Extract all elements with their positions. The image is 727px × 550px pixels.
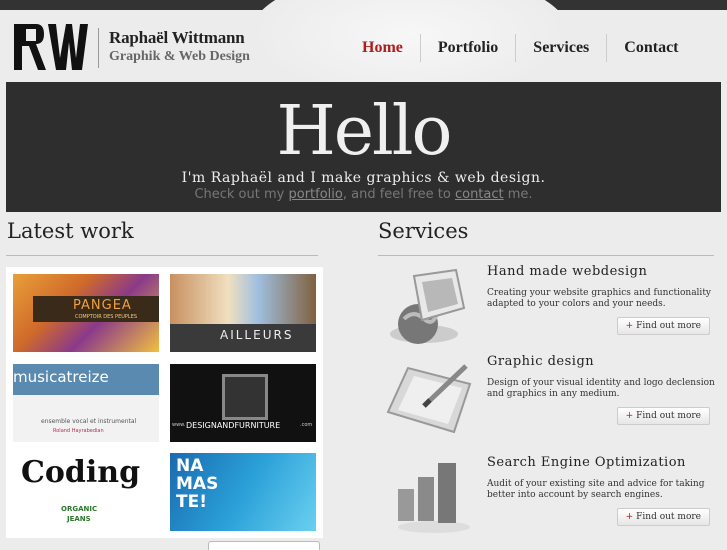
- latest-work-divider: [6, 255, 318, 256]
- graphic-tablet-icon: [386, 364, 472, 434]
- service-graphic-design: Graphic design Design of your visual ide…: [378, 354, 715, 444]
- thumb-image: PANGEA COMPTOIR DES PEUPLES: [13, 274, 159, 352]
- find-out-more-label: Find out more: [636, 411, 701, 421]
- brand-name: Raphaël Wittmann: [109, 28, 245, 47]
- find-out-more-button[interactable]: + Find out more: [616, 508, 710, 526]
- service-title: Hand made webdesign: [487, 264, 648, 279]
- brand-block[interactable]: Raphaël Wittmann Graphik & Web Design: [98, 28, 250, 68]
- nav-services[interactable]: Services: [515, 34, 606, 62]
- find-out-more-label: Find out more: [636, 512, 701, 522]
- find-out-more-label: Find out more: [636, 321, 701, 331]
- portfolio-thumb-namaste[interactable]: NA MAS TE!: [163, 446, 323, 538]
- thumb-image: NA MAS TE!: [170, 453, 316, 531]
- portfolio-link[interactable]: portfolio: [288, 187, 342, 202]
- hero-cta-line: Check out my portfolio, and feel free to…: [6, 187, 721, 202]
- portfolio-thumb-ailleurs[interactable]: AILLEURS: [163, 267, 323, 359]
- thumb-caption: musicatreize: [13, 368, 109, 386]
- hero-cta-text: Check out my: [194, 187, 289, 202]
- service-title: Graphic design: [487, 354, 595, 369]
- service-description: Creating your website graphics and funct…: [487, 288, 712, 309]
- service-description: Design of your visual identity and logo …: [487, 378, 715, 399]
- plus-icon: +: [625, 321, 634, 331]
- portfolio-thumb-musicatreize[interactable]: musicatreize ensemble vocal et instrumen…: [6, 357, 166, 449]
- nav-contact[interactable]: Contact: [606, 34, 695, 62]
- portfolio-thumb-designandfurniture[interactable]: www. DESIGNANDFURNITURE .com: [163, 357, 323, 449]
- plus-icon: +: [625, 411, 634, 421]
- thumb-image: AILLEURS: [170, 274, 316, 352]
- bar-chart-icon: [398, 463, 470, 533]
- services-title: Services: [378, 219, 469, 243]
- portfolio-more-tab[interactable]: [208, 541, 320, 550]
- thumb-subcaption: .com: [300, 422, 313, 428]
- portfolio-thumb-pangea[interactable]: PANGEA COMPTOIR DES PEUPLES: [6, 267, 166, 359]
- thumb-caption: NA MAS TE!: [176, 456, 219, 512]
- thumb-caption: PANGEA: [73, 298, 132, 313]
- thumb-caption: DESIGNANDFURNITURE: [186, 421, 281, 430]
- rw-monogram-logo[interactable]: [12, 22, 88, 72]
- thumb-subcaption: Roland Hayrabedian: [53, 428, 104, 434]
- brand-tagline: Graphik & Web Design: [109, 49, 250, 64]
- main-nav: Home Portfolio Services Contact: [345, 34, 696, 62]
- computer-globe-icon: [390, 268, 466, 344]
- services-divider: [378, 255, 714, 256]
- chair-icon: [222, 374, 268, 420]
- nav-home[interactable]: Home: [345, 34, 420, 62]
- thumb-subcaption: ensemble vocal et instrumental: [41, 418, 137, 425]
- portfolio-thumb-coding[interactable]: Coding ORGANIC JEANS: [6, 446, 166, 538]
- hero-banner: Hello I'm Raphaël and I make graphics & …: [6, 82, 721, 212]
- contact-link[interactable]: contact: [455, 187, 504, 202]
- thumb-subcaption: ORGANIC: [61, 505, 98, 513]
- nav-portfolio[interactable]: Portfolio: [419, 34, 515, 62]
- hero-intro: I'm Raphaël and I make graphics & web de…: [181, 170, 546, 186]
- hero-cta-text: , and feel free to: [342, 187, 455, 202]
- thumb-caption: AILLEURS: [220, 328, 294, 342]
- latest-work-title: Latest work: [7, 219, 134, 243]
- thumb-photo: [170, 274, 316, 324]
- hero-cta-text: me.: [503, 187, 533, 202]
- service-webdesign: Hand made webdesign Creating your websit…: [378, 264, 714, 354]
- thumb-caption: Coding: [21, 455, 141, 490]
- thumb-subcaption: COMPTOIR DES PEUPLES: [75, 314, 138, 320]
- find-out-more-button[interactable]: + Find out more: [616, 407, 710, 425]
- hero-title: Hello: [276, 92, 453, 171]
- thumb-prefix: www.: [172, 422, 186, 428]
- service-title: Search Engine Optimization: [487, 455, 686, 470]
- service-seo: Search Engine Optimization Audit of your…: [378, 455, 714, 545]
- thumb-image: musicatreize ensemble vocal et instrumen…: [13, 364, 159, 442]
- find-out-more-button[interactable]: + Find out more: [616, 317, 710, 335]
- thumb-image: www. DESIGNANDFURNITURE .com: [170, 364, 316, 442]
- service-description: Audit of your existing site and advice f…: [487, 479, 705, 500]
- thumb-image: Coding ORGANIC JEANS: [13, 453, 159, 531]
- plus-icon: +: [625, 512, 634, 522]
- thumb-subcaption: JEANS: [67, 515, 91, 523]
